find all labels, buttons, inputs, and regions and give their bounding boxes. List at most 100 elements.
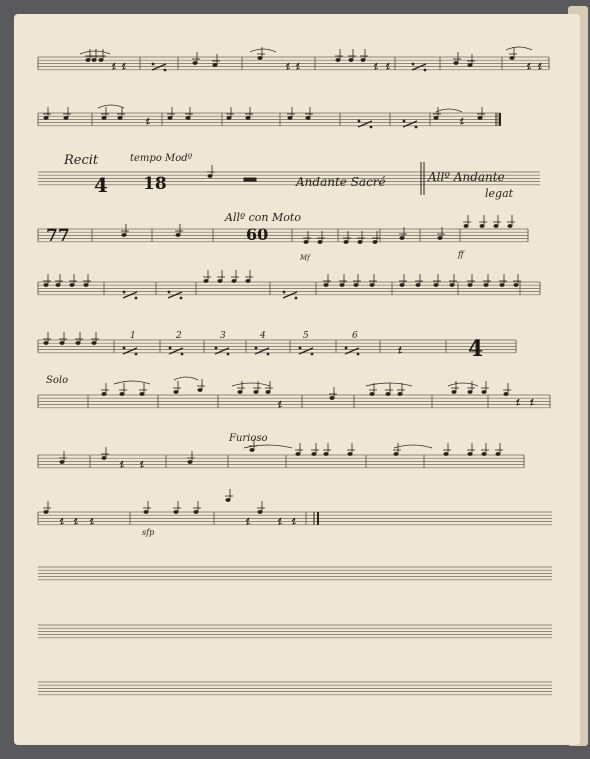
note-head [173,510,179,514]
note-head [317,240,323,244]
note-head [193,510,199,514]
multi-rest-18: 18 [143,174,167,194]
note-head [237,390,243,394]
recit-marking: Recit [63,153,99,168]
repeat-dot [310,352,314,356]
tempo-mo-marking: tempo Modº [130,153,193,164]
note-head [231,279,237,283]
solo-marking: Solo [46,375,68,386]
note-head [101,392,107,396]
note-head [477,116,483,120]
note-head [63,116,69,120]
note-head [43,510,49,514]
repeat-number-1: 1 [130,331,136,341]
note-head [353,283,359,287]
whole-rest [243,177,257,182]
note-head [43,116,49,120]
note-head [43,341,49,345]
repeat-dot [134,296,138,300]
repeat-dot [179,296,183,300]
repeat-dot [282,290,286,294]
note-head [369,283,375,287]
paper-sheet [14,14,580,745]
note-head [187,460,193,464]
note-head [335,58,341,62]
repeat-number-2: 2 [175,331,182,341]
repeat-dot [266,352,270,356]
note-head [226,116,232,120]
note-head [207,174,213,178]
note-head [91,341,97,345]
note-head [348,58,354,62]
note-head [225,498,231,502]
note-head [339,283,345,287]
repeat-dot [167,290,171,294]
note-head [55,283,61,287]
allo-con-moto-marking: Allº con Moto [224,211,301,224]
multi-rest-77: 77 [46,226,70,246]
note-head [503,392,509,396]
repeat-dot [122,346,126,350]
note-head [433,283,439,287]
legato-marking: legat [485,187,514,200]
andante-sacre-marking: Andante Sacré [295,175,386,189]
note-head [399,236,405,240]
note-head [305,116,311,120]
repeat-dot [414,125,418,129]
note-head [119,392,125,396]
note-head [59,341,65,345]
repeat-dot [411,62,415,66]
note-head [59,460,65,464]
note-head [483,283,489,287]
note-head [253,390,259,394]
note-head [443,452,449,456]
note-head [139,392,145,396]
note-head [451,390,457,394]
repeat-number-3: 3 [220,331,226,341]
note-head [192,61,198,65]
repeat-dot [402,119,406,123]
repeat-dot [134,352,138,356]
dynamic-mf: Mf [299,254,311,262]
note-head [121,233,127,237]
note-head [249,448,255,452]
note-head [265,390,271,394]
note-head [175,233,181,237]
note-head [509,56,515,60]
note-head [69,283,75,287]
note-head [467,283,473,287]
note-head [185,116,191,120]
repeat-number-6: 6 [352,331,358,341]
note-head [245,279,251,283]
repeat-dot [356,352,360,356]
note-head [203,279,209,283]
note-head [347,452,353,456]
note-head [245,116,251,120]
note-head [295,452,301,456]
note-head [143,510,149,514]
repeat-dot [357,119,361,123]
note-head [453,61,459,65]
note-head [91,58,97,62]
manuscript-page-view: Recit 4 tempo Modº 18 Andante Sacré Allº… [0,0,590,759]
note-head [507,224,513,228]
furioso-marking: Furioso [228,433,268,444]
note-head [393,452,399,456]
note-head [433,116,439,120]
note-head [197,388,203,392]
multi-rest-4-a: 4 [94,173,108,197]
note-head [360,58,366,62]
note-head [415,283,421,287]
note-head [495,452,501,456]
note-head [101,116,107,120]
note-head [85,58,91,62]
note-head [479,224,485,228]
repeat-dot [122,290,126,294]
note-head [257,56,263,60]
note-head [449,283,455,287]
note-head [385,392,391,396]
note-head [463,224,469,228]
note-head [217,279,223,283]
note-head [467,452,473,456]
note-head [467,63,473,67]
